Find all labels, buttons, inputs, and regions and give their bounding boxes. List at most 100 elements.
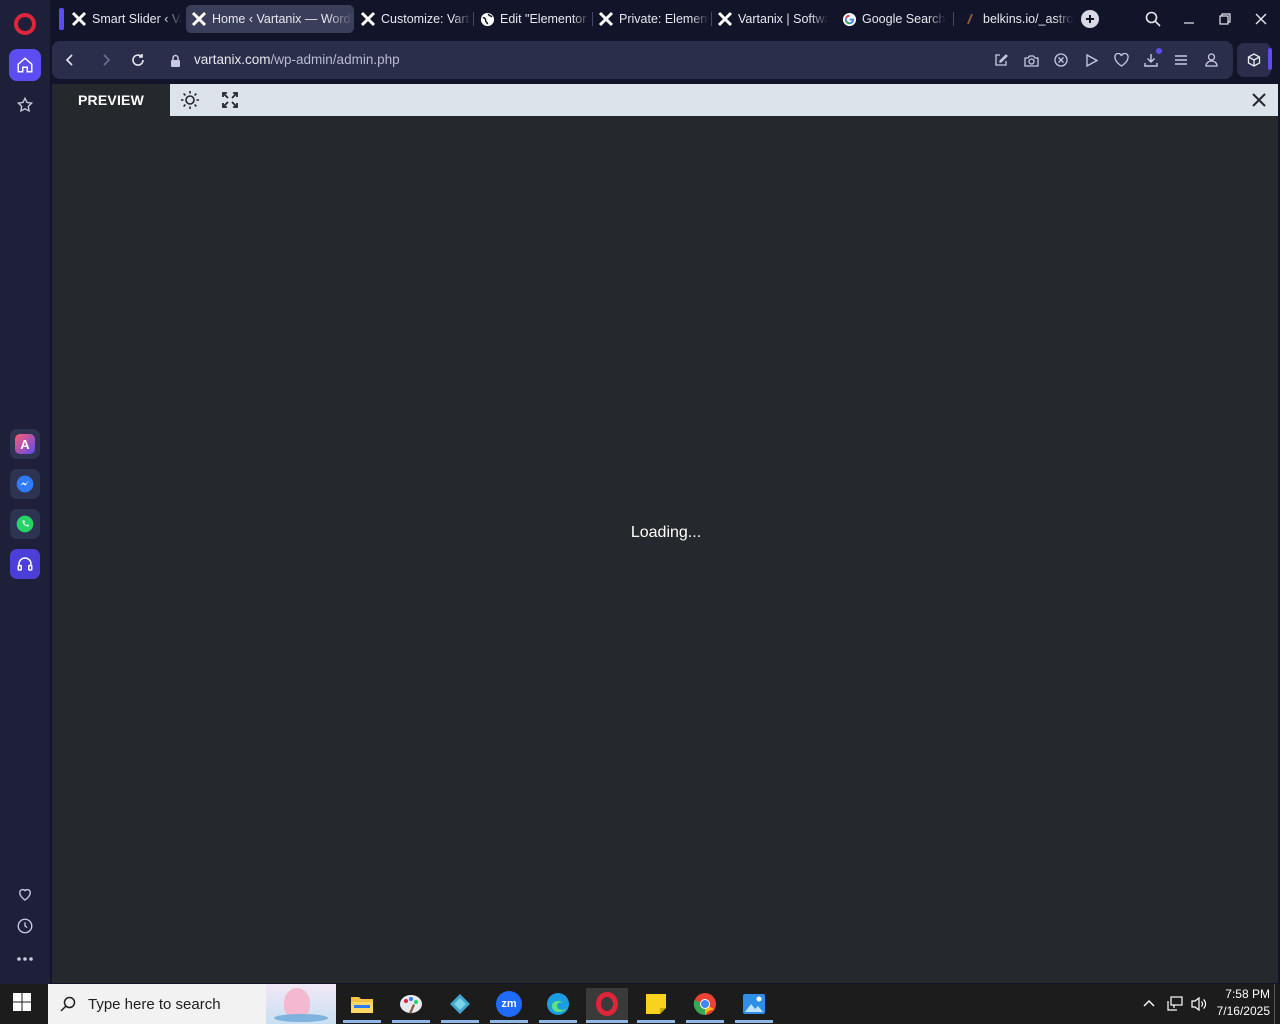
easy-setup-button[interactable] xyxy=(1170,49,1192,71)
star-icon xyxy=(16,96,34,113)
forward-button[interactable] xyxy=(95,49,117,71)
close-icon xyxy=(1255,13,1267,25)
opera-logo-icon[interactable] xyxy=(14,13,36,35)
opera-icon xyxy=(596,992,618,1016)
speaker-icon xyxy=(1191,996,1207,1012)
whatsapp-icon xyxy=(16,515,34,533)
taskbar-chrome[interactable] xyxy=(684,988,726,1020)
taskbar-opera[interactable] xyxy=(586,988,628,1020)
heart-icon xyxy=(1113,53,1129,67)
new-tab-button[interactable] xyxy=(1081,10,1099,28)
tab-vartanix-software[interactable]: Vartanix | Software xyxy=(712,5,828,33)
tab-label: belkins.io/_astro/ xyxy=(983,12,1073,26)
back-button[interactable] xyxy=(59,49,81,71)
tab-google-search[interactable]: Google Search xyxy=(836,5,952,33)
favorites-button[interactable] xyxy=(9,878,41,910)
volume-button[interactable] xyxy=(1190,996,1208,1012)
taskbar-search[interactable]: Type here to search xyxy=(48,984,336,1024)
camera-icon xyxy=(1023,54,1039,67)
running-indicator xyxy=(392,1020,430,1023)
sidebar-app-aria[interactable]: A xyxy=(10,429,40,459)
taskbar-file-explorer[interactable] xyxy=(341,988,383,1020)
start-button[interactable] xyxy=(12,992,36,1016)
network-button[interactable] xyxy=(1166,996,1184,1012)
tab-separator xyxy=(953,12,954,26)
player-button[interactable] xyxy=(1080,49,1102,71)
paint-icon xyxy=(400,995,422,1014)
clock-time: 7:58 PM xyxy=(1225,987,1270,1001)
snapshot-button[interactable] xyxy=(1020,49,1042,71)
search-icon xyxy=(1145,11,1161,27)
more-button[interactable] xyxy=(9,943,41,975)
tab-private-elementor[interactable]: Private: Elementor xyxy=(593,5,709,33)
download-icon xyxy=(1144,54,1158,67)
home-button[interactable] xyxy=(9,49,41,81)
reload-button[interactable] xyxy=(127,49,149,71)
taskbar-zoom[interactable]: zm xyxy=(488,988,530,1020)
tab-edit-elementor[interactable]: Edit "Elementor Header" xyxy=(474,5,590,33)
close-preview-button[interactable] xyxy=(1248,89,1270,111)
running-indicator xyxy=(539,1020,577,1023)
workspaces-button[interactable] xyxy=(1237,43,1271,77)
taskbar-sticky-notes[interactable] xyxy=(635,988,677,1020)
reload-icon xyxy=(132,54,144,66)
adblock-button[interactable] xyxy=(1050,49,1072,71)
person-icon xyxy=(1204,53,1218,67)
browser-sidebar: A xyxy=(0,0,50,984)
clock-date: 7/16/2025 xyxy=(1216,1004,1270,1018)
play-icon xyxy=(1085,53,1098,67)
url-path: /wp-admin/admin.php xyxy=(270,52,400,67)
minimize-icon xyxy=(1184,22,1194,24)
url-field[interactable]: vartanix.com/wp-admin/admin.php xyxy=(194,52,400,67)
show-desktop-button[interactable] xyxy=(1274,984,1275,1024)
taskbar-app-diamond[interactable] xyxy=(439,988,481,1020)
search-icon xyxy=(60,996,76,1012)
tab-label: Vartanix | Software xyxy=(738,12,828,26)
messenger-icon xyxy=(16,475,34,493)
loading-text: Loading... xyxy=(630,524,702,541)
edge-icon xyxy=(547,993,569,1015)
chevron-right-icon xyxy=(103,54,111,66)
theme-toggle-button[interactable] xyxy=(179,89,201,111)
tab-label: Google Search xyxy=(862,12,946,26)
close-icon xyxy=(1252,93,1266,107)
fullscreen-button[interactable] xyxy=(219,89,241,111)
restore-button[interactable] xyxy=(1214,8,1236,30)
tab-customize[interactable]: Customize: Vartanix xyxy=(355,5,471,33)
tab-label: Smart Slider ‹ Vartanix xyxy=(92,12,182,26)
plus-icon xyxy=(1086,15,1094,23)
more-dots-icon xyxy=(17,957,33,961)
running-indicator xyxy=(686,1020,724,1023)
block-icon xyxy=(1054,53,1068,67)
profile-button[interactable] xyxy=(1200,49,1222,71)
system-clock[interactable]: 7:58 PM 7/16/2025 xyxy=(1217,986,1270,1020)
history-button[interactable] xyxy=(9,910,41,942)
running-indicator xyxy=(490,1020,528,1023)
sidebar-app-messenger[interactable] xyxy=(10,469,40,499)
x-logo-icon xyxy=(191,11,207,27)
chevron-left-icon xyxy=(65,54,73,66)
close-window-button[interactable] xyxy=(1250,8,1272,30)
show-hidden-icons-button[interactable] xyxy=(1142,996,1158,1012)
tab-search-button[interactable] xyxy=(1142,8,1164,30)
tab-smart-slider[interactable]: Smart Slider ‹ Vartanix xyxy=(66,5,182,33)
edit-button[interactable] xyxy=(990,49,1012,71)
sidebar-app-music[interactable] xyxy=(10,549,40,579)
bookmark-button[interactable] xyxy=(1110,49,1132,71)
google-icon xyxy=(841,11,857,27)
sidebar-app-whatsapp[interactable] xyxy=(10,509,40,539)
minimize-button[interactable] xyxy=(1178,8,1200,30)
taskbar-photos[interactable] xyxy=(733,988,775,1020)
menu-lines-icon xyxy=(1175,55,1187,65)
taskbar-edge[interactable] xyxy=(537,988,579,1020)
taskbar-paint[interactable] xyxy=(390,988,432,1020)
tab-home-wordpress[interactable]: Home ‹ Vartanix — WordPress xyxy=(186,5,354,33)
search-placeholder: Type here to search xyxy=(88,995,221,1013)
lock-icon[interactable] xyxy=(164,49,186,71)
running-indicator xyxy=(637,1020,675,1023)
globe-icon xyxy=(479,11,495,27)
edit-icon xyxy=(995,54,1008,66)
tab-belkins[interactable]: belkins.io/_astro/ xyxy=(957,5,1073,33)
x-logo-icon xyxy=(717,11,733,27)
pinboard-button[interactable] xyxy=(9,89,41,121)
